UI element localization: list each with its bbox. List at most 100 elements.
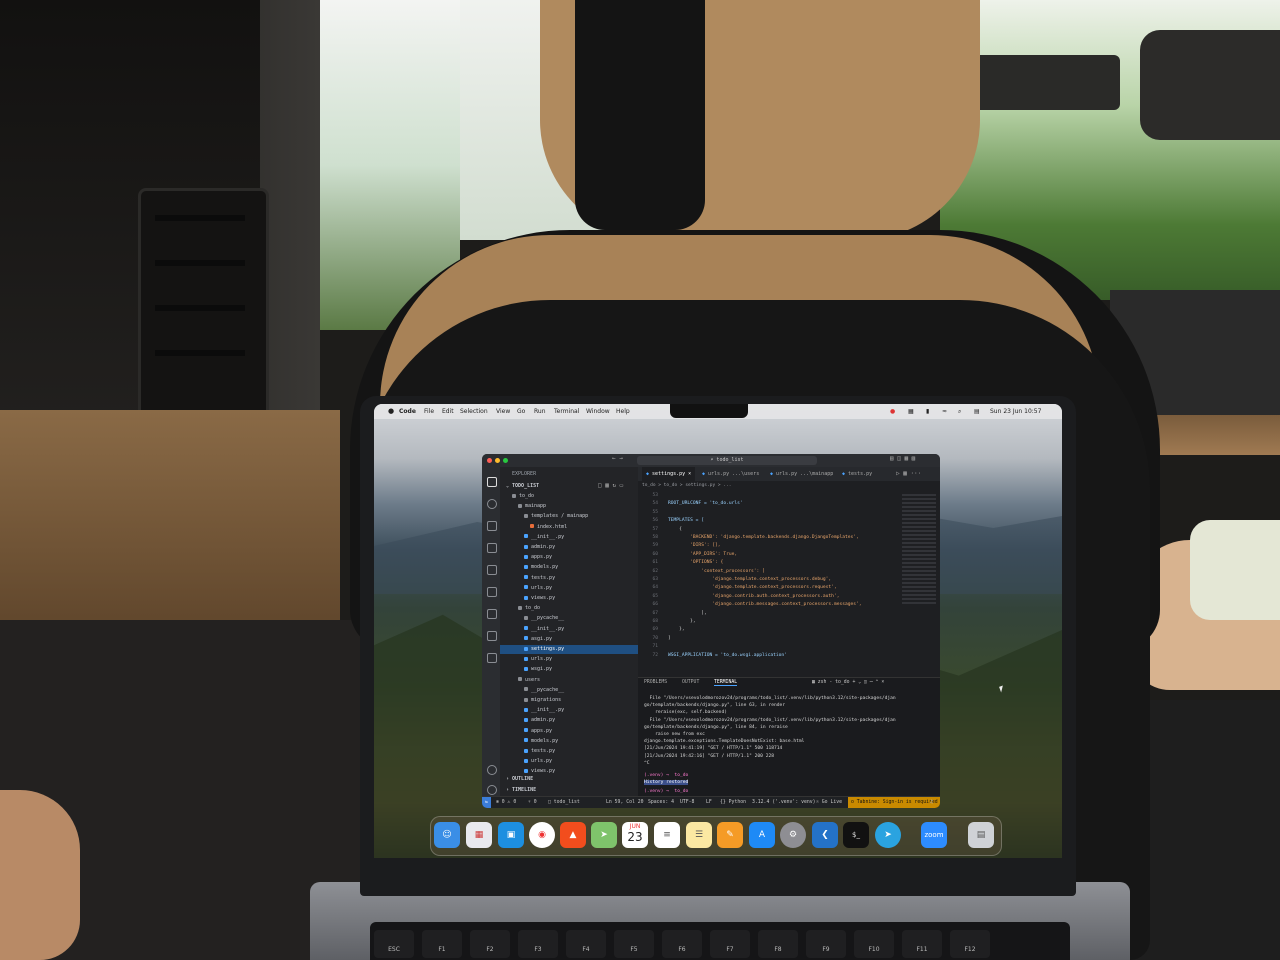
tree-item[interactable]: urls.py: [500, 655, 638, 664]
tree-item[interactable]: urls.py: [500, 757, 638, 766]
go-live-button[interactable]: ☉ Go Live: [816, 797, 842, 808]
zoom-window-button[interactable]: [503, 458, 508, 463]
tree-item[interactable]: admin.py: [500, 716, 638, 725]
language-mode[interactable]: {} Python: [720, 797, 746, 808]
tab-tests-py[interactable]: ◆ tests.py: [838, 467, 876, 481]
telegram-icon[interactable]: ➤: [875, 822, 901, 848]
appstore-icon[interactable]: A: [749, 822, 775, 848]
close-window-button[interactable]: [487, 458, 492, 463]
code-line[interactable]: 53: [642, 492, 668, 500]
encoding[interactable]: UTF-8: [680, 797, 694, 808]
menu-window[interactable]: Window: [586, 408, 610, 415]
search-icon[interactable]: [487, 499, 497, 509]
code-line[interactable]: 71: [642, 643, 668, 651]
menu-edit[interactable]: Edit: [442, 408, 454, 415]
tree-item[interactable]: to_do: [500, 604, 638, 613]
menu-selection[interactable]: Selection: [460, 408, 488, 415]
code-line[interactable]: 64 'django.template.context_processors.r…: [642, 584, 836, 592]
tree-item[interactable]: apps.py: [500, 553, 638, 562]
chrome-icon[interactable]: ◉: [529, 822, 555, 848]
extensions-icon[interactable]: [487, 565, 497, 575]
testing-icon[interactable]: [487, 587, 497, 597]
tab-output[interactable]: OUTPUT: [682, 680, 699, 685]
tab-urls-users[interactable]: ◆ urls.py ...\users: [698, 467, 763, 481]
brave-icon[interactable]: ▲: [560, 822, 586, 848]
tree-item[interactable]: admin.py: [500, 543, 638, 552]
key-f4[interactable]: F4: [566, 930, 606, 958]
code-line[interactable]: 67 ],: [642, 610, 706, 618]
key-f5[interactable]: F5: [614, 930, 654, 958]
menu-run[interactable]: Run: [534, 408, 546, 415]
tree-item[interactable]: __pycache__: [500, 614, 638, 623]
key-f1[interactable]: F1: [422, 930, 462, 958]
menubar-app-name[interactable]: Code: [399, 408, 416, 415]
finder-icon[interactable]: ☺: [434, 822, 460, 848]
tab-settings-py[interactable]: ◆ settings.py ×: [642, 467, 696, 481]
menu-go[interactable]: Go: [517, 408, 525, 415]
tree-item[interactable]: __pycache__: [500, 686, 638, 695]
menu-view[interactable]: View: [496, 408, 510, 415]
menu-terminal[interactable]: Terminal: [554, 408, 579, 415]
tree-item[interactable]: __init__.py: [500, 706, 638, 715]
key-f8[interactable]: F8: [758, 930, 798, 958]
tree-item[interactable]: apps.py: [500, 727, 638, 736]
calendar-icon[interactable]: JUN 23: [622, 822, 648, 848]
terminal-shell-selector[interactable]: ▦ zsh - to_do + ⌄ ◫ ⋯ ⌃ ×: [812, 680, 884, 685]
tree-item[interactable]: views.py: [500, 594, 638, 603]
settings-icon[interactable]: ⚙: [780, 822, 806, 848]
wifi-icon[interactable]: ≈: [942, 408, 947, 415]
indentation[interactable]: Spaces: 4: [648, 797, 674, 808]
tree-item[interactable]: tests.py: [500, 747, 638, 756]
code-line[interactable]: 70]: [642, 635, 670, 643]
tree-item[interactable]: models.py: [500, 563, 638, 572]
terminal-icon[interactable]: $_: [843, 822, 869, 848]
launchpad-icon[interactable]: ▦: [466, 822, 492, 848]
search-icon[interactable]: ⌕: [958, 408, 961, 416]
key-f6[interactable]: F6: [662, 930, 702, 958]
cursor-position[interactable]: Ln 59, Col 20: [606, 797, 644, 808]
database-icon[interactable]: [487, 653, 497, 663]
maps-icon[interactable]: ➤: [591, 822, 617, 848]
tree-item[interactable]: urls.py: [500, 584, 638, 593]
nav-back-forward-icon[interactable]: ← →: [612, 455, 623, 462]
code-line[interactable]: 62 'context_processors': [: [642, 568, 764, 576]
apple-icon[interactable]: ●: [388, 407, 394, 415]
status-record-icon[interactable]: ●: [890, 408, 895, 415]
gear-icon[interactable]: [487, 785, 497, 795]
code-line[interactable]: 65 'django.contrib.auth.context_processo…: [642, 593, 839, 601]
tab-terminal[interactable]: TERMINAL: [714, 680, 738, 686]
tree-item[interactable]: wsgi.py: [500, 665, 638, 674]
remote-indicator-icon[interactable]: ⇋: [482, 797, 491, 808]
tree-item[interactable]: tests.py: [500, 574, 638, 583]
tree-item[interactable]: mainapp: [500, 502, 638, 511]
minimap[interactable]: [902, 494, 936, 604]
code-line[interactable]: 54 ROOT_URLCONF = 'to_do.urls': [642, 500, 742, 508]
code-line[interactable]: 61 'OPTIONS': {: [642, 559, 723, 567]
editor-actions-icons[interactable]: ▷ ▦ ···: [896, 470, 921, 477]
key-esc[interactable]: ESC: [374, 930, 414, 958]
vscode-icon[interactable]: ❮: [812, 822, 838, 848]
outline-section[interactable]: › OUTLINE: [506, 775, 533, 784]
tree-item[interactable]: asgi.py: [500, 635, 638, 644]
code-line[interactable]: 66 'django.contrib.messages.context_proc…: [642, 601, 861, 609]
notes-icon[interactable]: ☰: [686, 822, 712, 848]
ports-count[interactable]: ▿ 0: [528, 797, 537, 808]
key-f7[interactable]: F7: [710, 930, 750, 958]
problems-count[interactable]: ⊗ 0 ⚠ 0: [496, 797, 516, 808]
tree-item[interactable]: users: [500, 676, 638, 685]
key-f11[interactable]: F11: [902, 930, 942, 958]
control-center-icon[interactable]: ▤: [974, 408, 980, 415]
battery-icon[interactable]: ▮: [926, 408, 929, 415]
tree-item[interactable]: __init__.py: [500, 625, 638, 634]
tree-item[interactable]: models.py: [500, 737, 638, 746]
tree-item[interactable]: __init__.py: [500, 533, 638, 542]
zoom-icon[interactable]: zoom: [921, 822, 947, 848]
docker-icon[interactable]: [487, 609, 497, 619]
command-center-search[interactable]: ⌕ todo_list: [637, 456, 817, 465]
pages-icon[interactable]: ✎: [717, 822, 743, 848]
menu-help[interactable]: Help: [616, 408, 630, 415]
code-line[interactable]: 72 WSGI_APPLICATION = 'to_do.wsgi.applica…: [642, 652, 786, 660]
menu-file[interactable]: File: [424, 408, 434, 415]
key-f10[interactable]: F10: [854, 930, 894, 958]
key-f12[interactable]: F12: [950, 930, 990, 958]
